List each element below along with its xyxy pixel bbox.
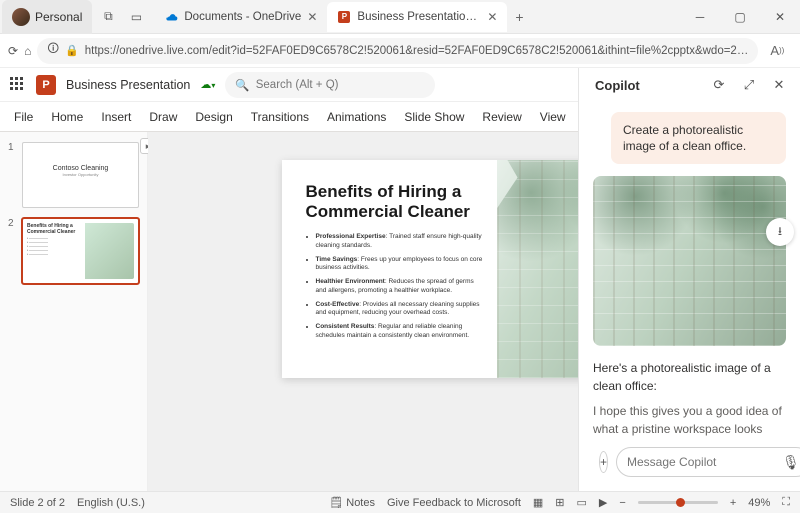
ribbon-tab-insert[interactable]: Insert xyxy=(101,110,131,124)
ribbon-tab-design[interactable]: Design xyxy=(195,110,232,124)
app-launcher-icon[interactable] xyxy=(10,77,26,93)
copilot-expand-icon[interactable]: ⤢ xyxy=(738,74,760,96)
site-info-icon[interactable]: 🛈 xyxy=(47,41,59,60)
tab-title: Business Presentation.pptx - Mic… xyxy=(357,11,481,23)
read-aloud-icon[interactable]: A)) xyxy=(764,38,790,64)
bullet-item[interactable]: Professional Expertise: Trained staff en… xyxy=(316,233,484,251)
notes-button[interactable]: 🗒Notes xyxy=(329,496,375,509)
ribbon-tab-transitions[interactable]: Transitions xyxy=(251,110,309,124)
search-icon: 🔍 xyxy=(235,78,249,92)
lock-icon: 🔒 xyxy=(65,44,79,57)
search-placeholder: Search (Alt + Q) xyxy=(256,79,339,91)
bullet-item[interactable]: Healthier Environment: Reduces the sprea… xyxy=(316,278,484,296)
normal-view-icon[interactable]: ▦ xyxy=(533,496,543,509)
minimize-button[interactable]: ─ xyxy=(680,0,720,34)
powerpoint-app-icon: P xyxy=(36,75,56,95)
copilot-close-icon[interactable]: ✕ xyxy=(768,74,790,96)
slide-thumbnails-panel: ▸ 1 Contoso Cleaning Investor Opportunit… xyxy=(0,132,148,491)
ribbon-tab-draw[interactable]: Draw xyxy=(149,110,177,124)
ribbon-tab-slideshow[interactable]: Slide Show xyxy=(404,110,464,124)
maximize-button[interactable]: ▢ xyxy=(720,0,760,34)
ribbon-tab-view[interactable]: View xyxy=(540,110,566,124)
zoom-out-button[interactable]: − xyxy=(619,497,625,509)
slide-title[interactable]: Benefits of Hiring a Commercial Cleaner xyxy=(306,182,484,221)
workspaces-icon[interactable]: ⧉ xyxy=(98,9,118,25)
copilot-composer: + 🎙 xyxy=(579,437,800,491)
slideshow-view-icon[interactable]: ▶ xyxy=(599,496,607,509)
zoom-level[interactable]: 49% xyxy=(748,497,770,509)
copilot-input[interactable] xyxy=(627,455,782,469)
copilot-add-button[interactable]: + xyxy=(599,451,608,473)
refresh-button[interactable]: ⟳ xyxy=(8,38,18,64)
ribbon-tab-file[interactable]: File xyxy=(14,110,33,124)
search-input[interactable]: 🔍 Search (Alt + Q) xyxy=(225,72,435,98)
zoom-in-button[interactable]: + xyxy=(730,497,736,509)
zoom-slider[interactable] xyxy=(638,501,718,504)
copilot-generated-image[interactable] xyxy=(593,176,786,346)
profile-tab[interactable]: Personal xyxy=(2,0,92,34)
reading-view-icon[interactable]: ▭ xyxy=(577,496,587,509)
tab-onedrive[interactable]: Documents - OneDrive ✕ xyxy=(154,2,327,32)
ribbon-tab-home[interactable]: Home xyxy=(51,110,83,124)
browser-address-bar: ⟳ ⌂ 🛈 🔒 https://onedrive.live.com/edit?i… xyxy=(0,34,800,68)
browser-tabs: Documents - OneDrive ✕ P Business Presen… xyxy=(154,0,680,34)
copilot-refresh-icon[interactable]: ⟳ xyxy=(708,74,730,96)
favorite-icon[interactable]: ☆ xyxy=(793,38,800,64)
bullet-item[interactable]: Time Savings: Frees up your employees to… xyxy=(316,256,484,274)
thumb-number: 2 xyxy=(8,218,16,284)
copilot-input-wrapper: 🎙 xyxy=(616,447,800,477)
slide-thumbnail-2[interactable]: Benefits of Hiring a Commercial Cleaner … xyxy=(22,218,139,284)
ribbon-tab-review[interactable]: Review xyxy=(482,110,521,124)
slide-bullets[interactable]: Professional Expertise: Trained staff en… xyxy=(306,233,484,341)
url-text: https://onedrive.live.com/edit?id=52FAF0… xyxy=(85,45,749,57)
thumb-number: 1 xyxy=(8,142,16,208)
document-title[interactable]: Business Presentation xyxy=(66,78,190,92)
tab-powerpoint[interactable]: P Business Presentation.pptx - Mic… ✕ xyxy=(327,2,507,32)
close-window-button[interactable]: ✕ xyxy=(760,0,800,34)
close-icon[interactable]: ✕ xyxy=(487,10,497,24)
microphone-icon[interactable]: 🎙 xyxy=(782,454,800,471)
new-tab-button[interactable]: + xyxy=(507,9,531,25)
copilot-reply: Here's a photorealistic image of a clean… xyxy=(593,360,786,437)
language-status[interactable]: English (U.S.) xyxy=(77,497,145,509)
feedback-link[interactable]: Give Feedback to Microsoft xyxy=(387,497,521,509)
saved-cloud-icon[interactable]: ☁▾ xyxy=(200,78,215,91)
close-icon[interactable]: ✕ xyxy=(307,10,317,24)
tab-title: Documents - OneDrive xyxy=(184,11,301,23)
powerpoint-icon: P xyxy=(337,10,351,24)
status-bar: Slide 2 of 2 English (U.S.) 🗒Notes Give … xyxy=(0,491,800,513)
profile-label: Personal xyxy=(35,10,82,24)
thumb-image-icon xyxy=(85,223,134,279)
notes-icon: 🗒 xyxy=(329,496,343,509)
bullet-item[interactable]: Consistent Results: Regular and reliable… xyxy=(316,323,484,341)
browser-titlebar: Personal ⧉ ▭ Documents - OneDrive ✕ P Bu… xyxy=(0,0,800,34)
tab-actions-icon[interactable]: ▭ xyxy=(126,9,146,25)
bullet-item[interactable]: Cost-Effective: Provides all necessary c… xyxy=(316,301,484,319)
url-input[interactable]: 🛈 🔒 https://onedrive.live.com/edit?id=52… xyxy=(37,38,758,64)
copilot-pane: Copilot ⟳ ⤢ ✕ Create a photorealistic im… xyxy=(578,68,800,491)
home-button[interactable]: ⌂ xyxy=(24,38,31,64)
slide-position[interactable]: Slide 2 of 2 xyxy=(10,497,65,509)
ribbon-tab-animations[interactable]: Animations xyxy=(327,110,386,124)
slide-thumbnail-1[interactable]: Contoso Cleaning Investor Opportunity xyxy=(22,142,139,208)
onedrive-icon xyxy=(164,10,178,24)
download-image-button[interactable]: ⭳ xyxy=(766,218,794,246)
sorter-view-icon[interactable]: ⊞ xyxy=(555,496,564,509)
profile-avatar-icon xyxy=(12,8,30,26)
fit-to-window-icon[interactable]: ⛶ xyxy=(782,496,790,509)
copilot-title: Copilot xyxy=(595,78,640,93)
copilot-user-message: Create a photorealistic image of a clean… xyxy=(611,112,786,164)
